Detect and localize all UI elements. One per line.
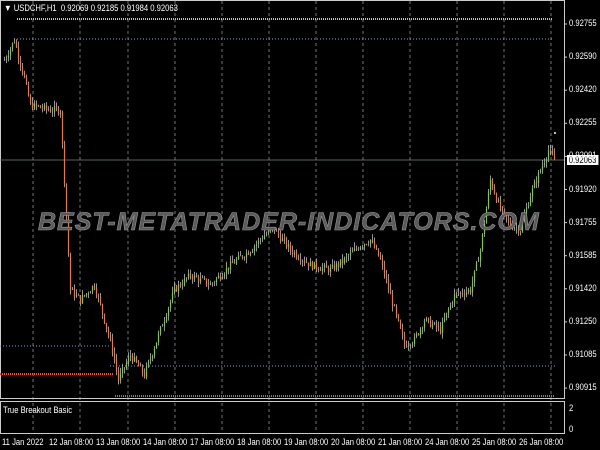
chart-title: ▼ USDCHF,H1 0.92069 0.92185 0.91984 0.92… xyxy=(4,3,178,13)
price-axis-label: 0.92255 xyxy=(569,117,597,128)
time-axis-label: 21 Jan 08:00 xyxy=(378,437,423,447)
price-axis-label: 0.91585 xyxy=(569,249,597,260)
ohlc-values: 0.92069 0.92185 0.91984 0.92063 xyxy=(60,3,178,13)
price-axis-label: 0.92091 xyxy=(569,150,597,161)
indicator-scale-bottom: 0 xyxy=(569,424,574,434)
time-axis-label: 18 Jan 08:00 xyxy=(237,437,282,447)
indicator-scale-top: 2 xyxy=(569,403,574,413)
time-axis-label: 24 Jan 08:00 xyxy=(425,437,470,447)
price-axis-label: 0.91085 xyxy=(569,349,597,359)
price-axis-label: 0.91920 xyxy=(569,183,597,194)
time-axis-label: 17 Jan 08:00 xyxy=(190,437,235,447)
signal-marker xyxy=(554,132,556,134)
indicator-name: True Breakout Basic xyxy=(3,405,73,415)
main-frame xyxy=(0,0,565,399)
price-axis-label: 0.92590 xyxy=(569,51,597,62)
time-axis-label: 20 Jan 08:00 xyxy=(331,437,376,447)
indicator-frame xyxy=(0,401,565,434)
price-axis-label: 0.92420 xyxy=(569,84,597,95)
time-axis-label: 19 Jan 08:00 xyxy=(284,437,329,447)
time-axis-label: 26 Jan 08:00 xyxy=(519,437,564,447)
price-axis-label: 0.91250 xyxy=(569,315,597,326)
symbol-label: USDCHF,H1 xyxy=(13,3,57,13)
price-axis-label: 0.92755 xyxy=(569,18,597,28)
time-axis-label: 12 Jan 08:00 xyxy=(49,437,94,447)
time-axis-label: 11 Jan 2022 xyxy=(2,437,44,447)
time-axis-label: 14 Jan 08:00 xyxy=(143,437,188,447)
watermark: BEST-METATRADER-INDICATORS.COM xyxy=(38,208,540,237)
price-axis-label: 0.91420 xyxy=(569,282,597,293)
price-axis-label: 0.91755 xyxy=(569,216,597,227)
time-axis-label: 13 Jan 08:00 xyxy=(96,437,141,447)
price-axis-label: 0.90915 xyxy=(569,382,597,393)
time-axis-label: 25 Jan 08:00 xyxy=(472,437,517,447)
